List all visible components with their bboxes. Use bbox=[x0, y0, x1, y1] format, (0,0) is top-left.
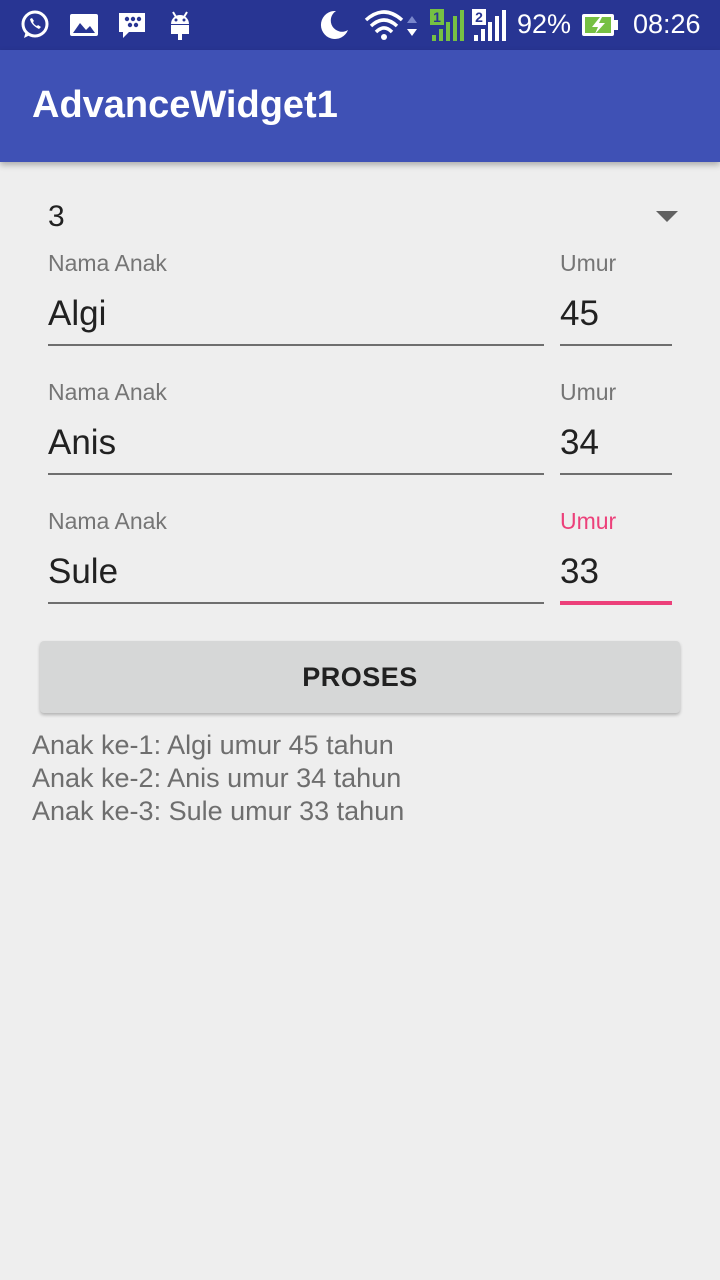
child-name-field[interactable]: Nama Anak Anis bbox=[48, 379, 544, 508]
sim1-label: 1 bbox=[433, 9, 441, 25]
child-row: Nama Anak Algi Umur 45 bbox=[0, 250, 720, 379]
status-bar: 1 2 92% 08:26 bbox=[0, 0, 720, 50]
clock: 08:26 bbox=[633, 9, 701, 39]
result-text: Anak ke-1: Algi umur 45 tahun Anak ke-2:… bbox=[32, 729, 692, 828]
moon-icon bbox=[320, 10, 348, 39]
input-underline bbox=[48, 473, 544, 475]
android-icon bbox=[171, 11, 189, 40]
data-arrows-icon bbox=[407, 16, 417, 36]
child-age-input[interactable]: 45 bbox=[560, 294, 599, 334]
child-name-input[interactable]: Algi bbox=[48, 294, 106, 334]
child-age-label: Umur bbox=[560, 379, 617, 405]
proses-button[interactable]: PROSES bbox=[40, 641, 680, 713]
child-name-field[interactable]: Nama Anak Sule bbox=[48, 508, 544, 637]
child-age-label: Umur bbox=[560, 508, 617, 534]
signal-sim2-icon: 2 bbox=[472, 9, 506, 41]
battery-charging-icon bbox=[582, 14, 618, 36]
child-age-label: Umur bbox=[560, 250, 617, 276]
child-row: Nama Anak Anis Umur 34 bbox=[0, 379, 720, 508]
child-age-field[interactable]: Umur 33 bbox=[560, 508, 672, 637]
input-underline bbox=[560, 344, 672, 346]
count-spinner[interactable]: 3 bbox=[40, 190, 688, 250]
input-underline bbox=[560, 473, 672, 475]
child-age-field[interactable]: Umur 45 bbox=[560, 250, 672, 379]
child-name-label: Nama Anak bbox=[48, 508, 167, 534]
input-underline-focused bbox=[560, 601, 672, 605]
child-name-label: Nama Anak bbox=[48, 250, 167, 276]
whatsapp-icon bbox=[21, 10, 49, 38]
dropdown-arrow-icon bbox=[656, 211, 678, 222]
child-name-input[interactable]: Anis bbox=[48, 423, 116, 463]
child-row: Nama Anak Sule Umur 33 bbox=[0, 508, 720, 637]
wifi-icon bbox=[364, 10, 404, 40]
battery-percent: 92% bbox=[517, 9, 572, 39]
child-age-field[interactable]: Umur 34 bbox=[560, 379, 672, 508]
result-line: Anak ke-3: Sule umur 33 tahun bbox=[32, 796, 405, 826]
child-name-label: Nama Anak bbox=[48, 379, 167, 405]
spinner-selected-value: 3 bbox=[48, 200, 65, 233]
gallery-icon bbox=[70, 14, 98, 36]
result-line: Anak ke-1: Algi umur 45 tahun bbox=[32, 730, 394, 760]
child-name-field[interactable]: Nama Anak Algi bbox=[48, 250, 544, 379]
sim2-label: 2 bbox=[475, 9, 483, 25]
app-bar: AdvanceWidget1 bbox=[0, 50, 720, 162]
child-age-input[interactable]: 34 bbox=[560, 423, 599, 463]
child-name-input[interactable]: Sule bbox=[48, 552, 118, 592]
signal-sim1-icon: 1 bbox=[430, 9, 464, 41]
bbm-icon bbox=[119, 13, 145, 38]
result-line: Anak ke-2: Anis umur 34 tahun bbox=[32, 763, 402, 793]
app-title: AdvanceWidget1 bbox=[32, 84, 338, 126]
input-underline bbox=[48, 602, 544, 604]
input-underline bbox=[48, 344, 544, 346]
proses-button-label: PROSES bbox=[302, 661, 418, 692]
child-age-input[interactable]: 33 bbox=[560, 552, 599, 592]
